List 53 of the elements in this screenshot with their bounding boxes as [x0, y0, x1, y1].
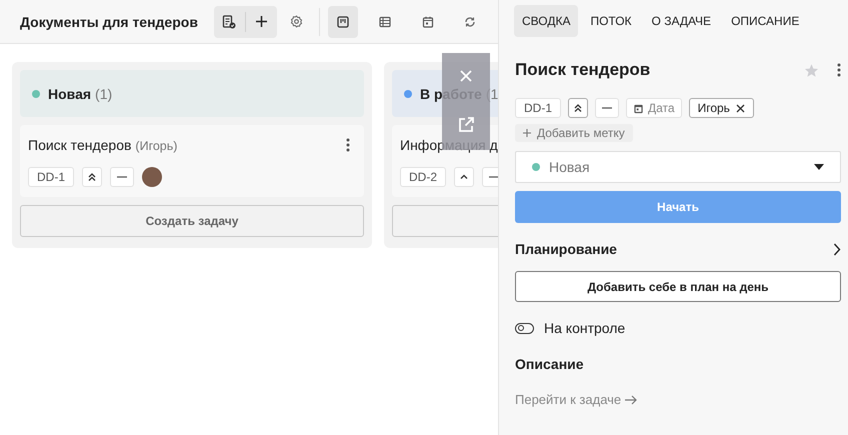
- dash-icon: [602, 106, 612, 110]
- avatar: [142, 167, 162, 187]
- control-label: На контроле: [544, 320, 626, 336]
- plus-icon: [254, 15, 268, 28]
- dash-icon: [117, 175, 128, 179]
- caret-icon: [814, 164, 824, 170]
- plus-icon: [523, 129, 531, 137]
- planning-heading: Планирование: [515, 241, 617, 257]
- add-tag-label: Добавить метку: [537, 126, 625, 140]
- date-chip[interactable]: Дата: [626, 98, 682, 118]
- description-heading: Описание: [515, 356, 584, 372]
- add-tag-button[interactable]: Добавить метку: [515, 124, 633, 142]
- star-icon[interactable]: [804, 62, 819, 78]
- task-code-chip: DD-2: [400, 167, 446, 187]
- calendar-icon: [633, 102, 644, 114]
- table-icon: [379, 16, 392, 28]
- estimate-chip[interactable]: [595, 98, 620, 118]
- board-icon: [337, 16, 350, 28]
- document-check-icon: [222, 14, 236, 28]
- add-to-day-plan-button[interactable]: Добавить себе в план на день: [515, 271, 841, 302]
- task-code-chip: DD-1: [28, 167, 74, 187]
- tab[interactable]: ОПИСАНИЕ: [723, 5, 808, 37]
- task-card[interactable]: Поиск тендеров (Игорь) DD-1: [20, 125, 364, 197]
- board-view-button[interactable]: [328, 6, 358, 38]
- status-value: Новая: [549, 159, 591, 175]
- dash-icon: [489, 175, 498, 179]
- settings-icon: [290, 15, 304, 28]
- task-code-chip: DD-1: [515, 98, 562, 118]
- sync-icon: [464, 16, 476, 28]
- arrow-right-icon: [624, 394, 638, 404]
- task-title: Поиск тендеров (Игорь): [28, 137, 178, 153]
- more-icon[interactable]: [837, 63, 841, 77]
- double-chevron-up-icon: [87, 172, 98, 182]
- assignee-name: Игорь: [698, 101, 730, 115]
- priority-chip[interactable]: [568, 98, 588, 118]
- tab[interactable]: ПОТОК: [582, 5, 640, 37]
- column-title: Новая: [48, 86, 92, 102]
- tab[interactable]: СВОДКА: [514, 5, 578, 37]
- column-count: (1): [95, 86, 112, 102]
- date-placeholder: Дата: [648, 101, 675, 115]
- task-title: Поиск тендеров: [515, 60, 652, 80]
- more-icon[interactable]: [346, 138, 350, 152]
- estimate-chip[interactable]: [110, 167, 134, 187]
- tab[interactable]: О ЗАДАЧЕ: [644, 5, 720, 37]
- double-chevron-up-icon: [573, 103, 584, 113]
- status-select[interactable]: Новая: [515, 151, 841, 183]
- remove-icon[interactable]: [736, 104, 745, 112]
- calendar-icon: [422, 16, 434, 28]
- create-task-button[interactable]: Создать задачу: [20, 205, 364, 237]
- assignee-chip[interactable]: Игорь: [688, 98, 754, 118]
- chevron-right-icon[interactable]: [833, 242, 841, 256]
- control-toggle[interactable]: [515, 322, 534, 334]
- board-title: Документы для тендеров: [20, 14, 198, 30]
